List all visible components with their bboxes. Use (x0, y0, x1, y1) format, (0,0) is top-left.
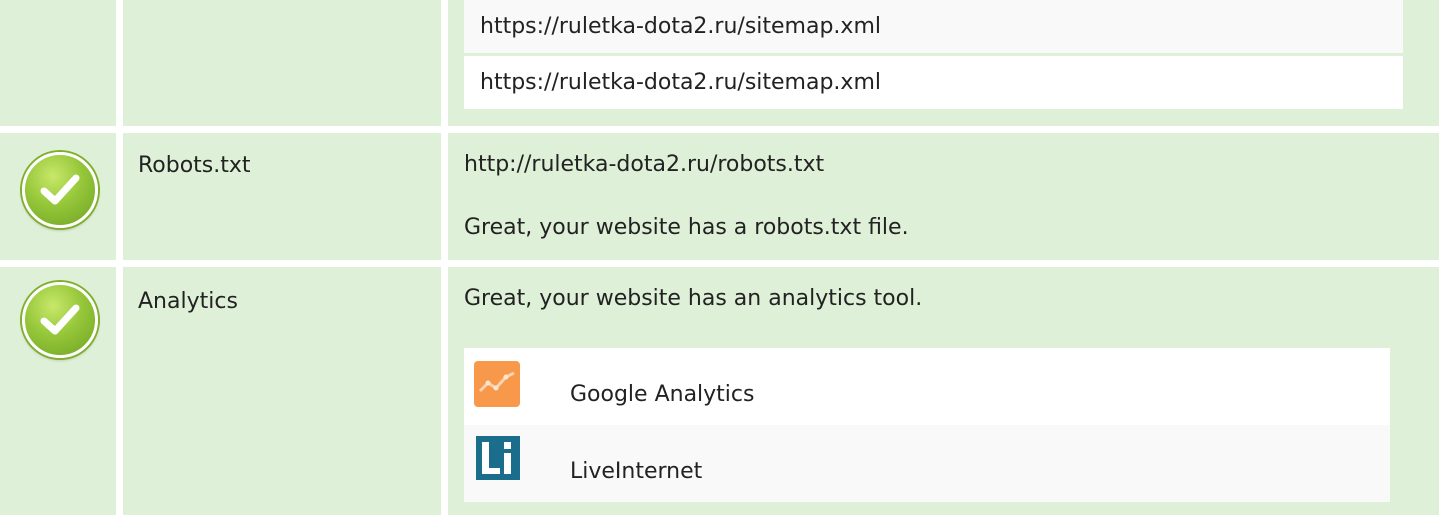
robots-row: Robots.txt http://ruletka-dota2.ru/robot… (0, 133, 1446, 260)
robots-message: Great, your website has a robots.txt fil… (464, 215, 909, 240)
check-name-cell (123, 0, 441, 126)
analytics-tool-name: LiveInternet (570, 459, 703, 484)
liveinternet-logo (476, 436, 520, 480)
sitemap-row: https://ruletka-dota2.ru/sitemap.xml htt… (0, 0, 1446, 126)
check-name: Robots.txt (138, 153, 251, 178)
sitemap-url[interactable]: https://ruletka-dota2.ru/sitemap.xml (464, 56, 1403, 109)
google-analytics-logo (474, 361, 520, 407)
robots-url[interactable]: http://ruletka-dota2.ru/robots.txt (464, 154, 824, 176)
status-cell (0, 133, 116, 260)
status-cell (0, 0, 116, 126)
check-value-cell: http://ruletka-dota2.ru/robots.txt Great… (448, 133, 1439, 260)
seo-report-table: https://ruletka-dota2.ru/sitemap.xml htt… (0, 0, 1446, 515)
check-name: Analytics (138, 289, 238, 314)
check-value-cell: Great, your website has an analytics too… (448, 267, 1439, 515)
check-icon (22, 282, 98, 358)
analytics-row: Analytics Great, your website has an ana… (0, 267, 1446, 515)
check-name-cell: Analytics (123, 267, 441, 515)
check-value-cell: https://ruletka-dota2.ru/sitemap.xml htt… (448, 0, 1439, 126)
analytics-tool-item: Google Analytics (464, 348, 1390, 425)
analytics-message: Great, your website has an analytics too… (464, 286, 923, 311)
sitemap-url[interactable]: https://ruletka-dota2.ru/sitemap.xml (464, 0, 1403, 53)
analytics-tool-item: LiveInternet (464, 425, 1390, 502)
analytics-tools-list: Google Analytics LiveInternet (464, 348, 1390, 502)
status-cell (0, 267, 116, 515)
check-icon (22, 152, 98, 228)
analytics-tool-name: Google Analytics (570, 382, 755, 407)
check-name-cell: Robots.txt (123, 133, 441, 260)
